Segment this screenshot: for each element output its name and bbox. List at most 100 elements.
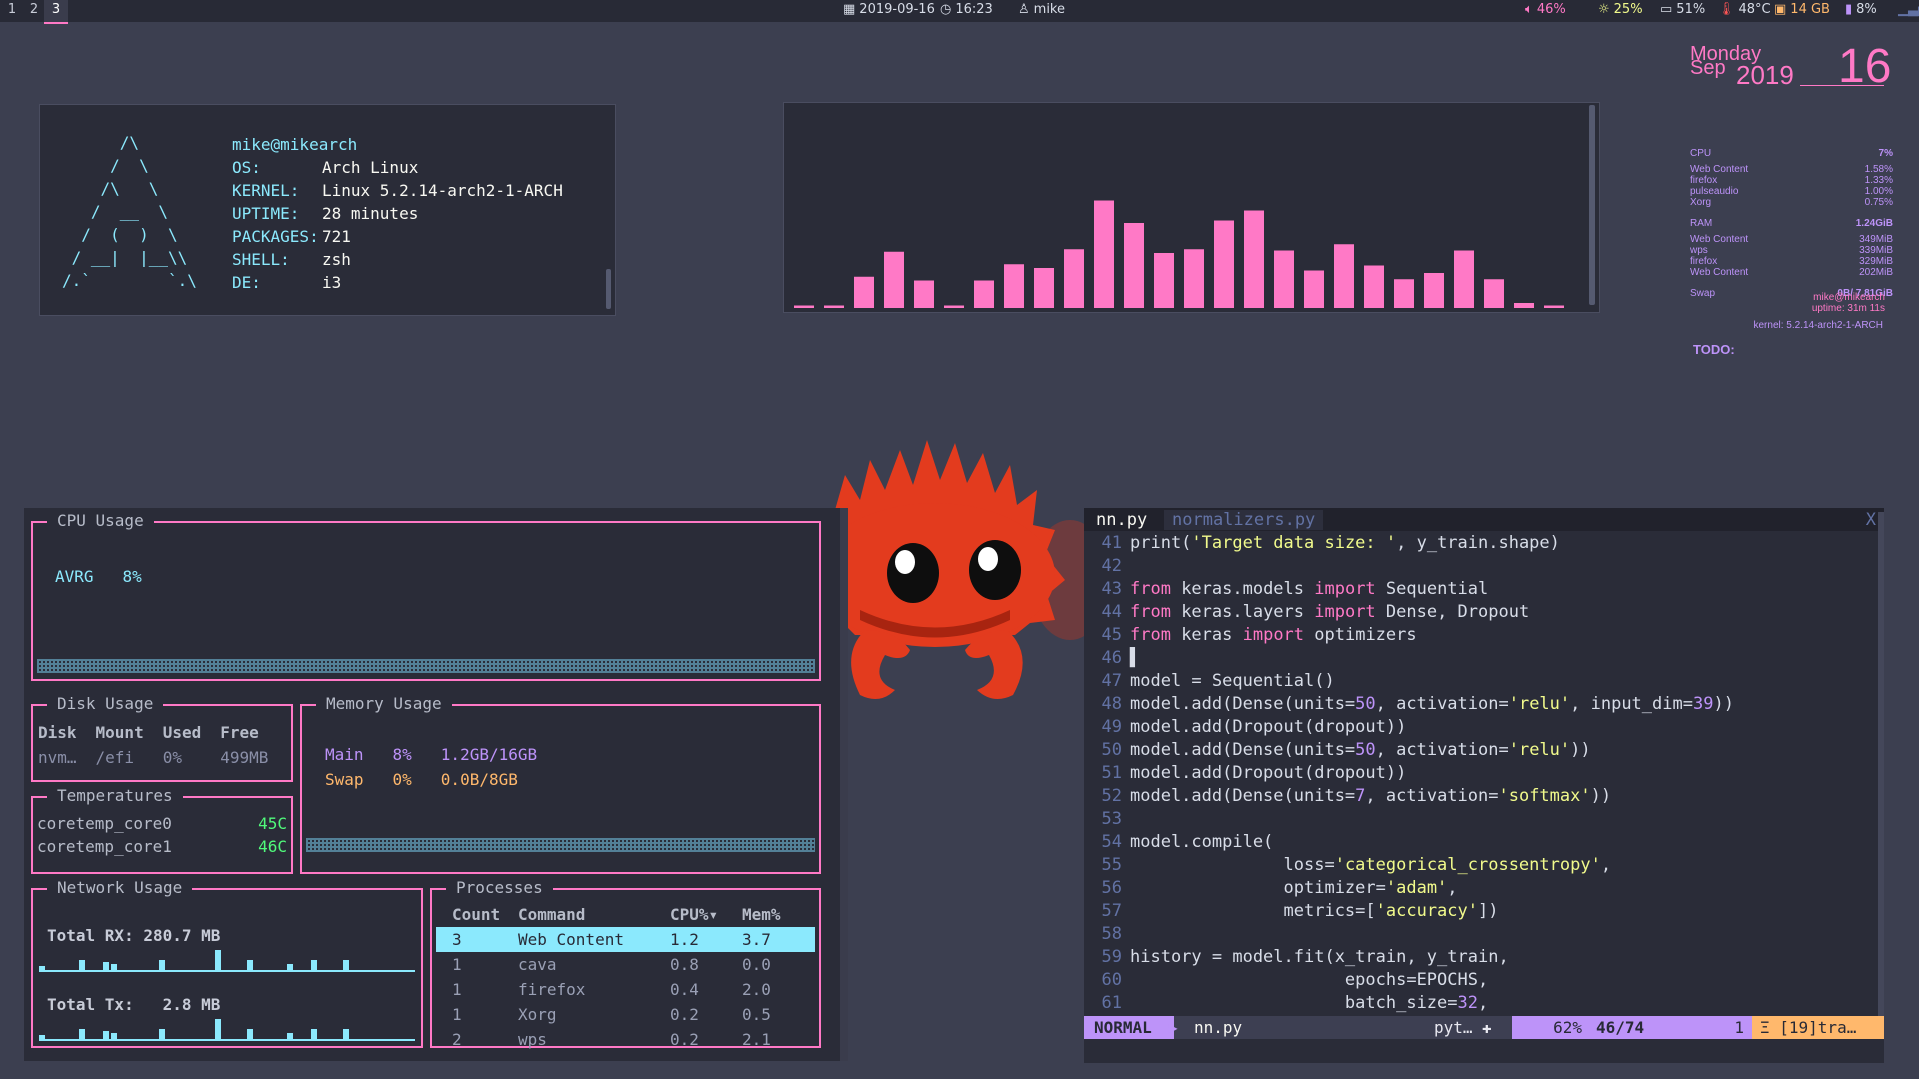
process-row[interactable]: 2 wps 0.2 2.1 xyxy=(436,1027,815,1052)
workspace-3[interactable]: 3 xyxy=(44,0,68,24)
python-icon: ✚ xyxy=(1482,1018,1492,1037)
proc-header-cpu[interactable]: CPU%▾ xyxy=(669,902,741,927)
cpu-text: 51% xyxy=(1676,2,1706,17)
process-cell: Xorg xyxy=(518,1005,557,1024)
gtop-terminal[interactable]: CPU Usage AVRG 8% Disk Usage Disk Mount … xyxy=(24,508,848,1061)
proc-header-count[interactable]: Count xyxy=(436,902,517,927)
net-rx: Total RX: 280.7 MB xyxy=(47,926,221,945)
proc-header-command[interactable]: Command xyxy=(517,902,669,927)
tab-nn-py[interactable]: nn.py xyxy=(1096,510,1147,530)
neofetch-terminal[interactable]: /\ / \ /\ \ / __ \ / ( ) \ / __| |__\\ /… xyxy=(39,104,616,316)
date-widget: ▦ 2019-09-16 xyxy=(843,0,935,20)
code-area[interactable]: 41 print('Target data size: ', y_train.sh… xyxy=(1084,532,1874,1022)
status-percent: 62% xyxy=(1512,1016,1588,1039)
visualizer-bar xyxy=(1364,265,1384,308)
mem-main-value: 1.2GB/16GB xyxy=(440,745,538,764)
status-warnings[interactable]: Ξ [19]tra… xyxy=(1752,1016,1884,1039)
date-underline xyxy=(1800,85,1884,86)
line-number: 49 xyxy=(1101,717,1122,737)
status-filetype: pyt… xyxy=(1434,1018,1473,1037)
process-row[interactable]: 1 Xorg 0.2 0.5 xyxy=(436,1002,815,1027)
code-line: 44 from keras.layers import Dense, Dropou… xyxy=(1084,601,1530,624)
scrollbar[interactable] xyxy=(606,269,611,309)
process-table[interactable]: Count Command CPU%▾ Mem% 3 Web Content 1.2… xyxy=(436,902,815,1052)
sparkline-bar xyxy=(79,1029,85,1039)
ram-label: RAM xyxy=(1690,218,1713,229)
info-row: UPTIME: 28 minutes xyxy=(232,202,563,225)
scrollbar[interactable] xyxy=(1878,512,1884,1017)
info-key: DE: xyxy=(232,273,261,292)
info-row: KERNEL: Linux 5.2.14-arch2-1-ARCH xyxy=(232,179,563,202)
code-line: 41 print('Target data size: ', y_train.sh… xyxy=(1084,532,1560,555)
tab-normalizers-py[interactable]: normalizers.py xyxy=(1164,510,1324,530)
line-number: 56 xyxy=(1101,878,1122,898)
sparkline-bar xyxy=(215,950,221,970)
year: 2019 xyxy=(1736,60,1794,90)
visualizer-bar xyxy=(1454,250,1474,308)
mode-indicator: NORMAL xyxy=(1084,1016,1174,1039)
line-code: epochs=EPOCHS, xyxy=(1130,970,1489,990)
process-cell: cava xyxy=(518,955,557,974)
scrollbar[interactable] xyxy=(1589,105,1595,305)
visualizer-bar xyxy=(1304,270,1324,308)
process-row[interactable]: 1 cava 0.8 0.0 xyxy=(436,952,815,977)
disk-usage-box: Disk Usage Disk Mount Used Free nvm… /ef… xyxy=(31,695,293,782)
volume-icon: 🔈︎ xyxy=(1525,2,1533,17)
rx-sparkline xyxy=(39,950,415,972)
visualizer-bar xyxy=(1094,200,1114,308)
widget-proc-value: 0.75% xyxy=(1864,197,1893,208)
process-row[interactable]: 1 firefox 0.4 2.0 xyxy=(436,977,815,1002)
visualizer-bar xyxy=(1034,268,1054,308)
code-line: 42 xyxy=(1084,555,1130,578)
widget-proc-row: Web Content 1.58% xyxy=(1690,164,1893,175)
disk-usage-title: Disk Usage xyxy=(47,695,164,713)
line-code: ▌ xyxy=(1130,648,1141,668)
code-line: 49 model.add(Dropout(dropout)) xyxy=(1084,716,1407,739)
code-line: 51 model.add(Dropout(dropout)) xyxy=(1084,762,1407,785)
line-number: 55 xyxy=(1101,855,1122,875)
line-number: 46 xyxy=(1101,648,1122,668)
battery-icon: ▮ xyxy=(1845,2,1853,17)
info-value: 28 minutes xyxy=(322,204,419,223)
date-text: 2019-09-16 xyxy=(859,2,935,17)
workspace-2[interactable]: 2 xyxy=(22,0,46,22)
system-widget: Monday Sep 2019 16 CPU 7% Web Content 1.58… xyxy=(1690,42,1895,362)
memory-graph-baseline xyxy=(306,838,815,852)
code-line: 53 xyxy=(1084,808,1130,831)
mode-separator-icon: ▶ xyxy=(1168,1018,1178,1037)
process-cell: 0.2 xyxy=(670,1005,699,1024)
brightness-widget[interactable]: ☼ 25% xyxy=(1598,0,1643,20)
visualizer-bar xyxy=(1244,210,1264,308)
volume-widget[interactable]: 🔈︎ 46% xyxy=(1525,0,1566,20)
net-tx: Total Tx: 2.8 MB xyxy=(47,995,221,1014)
process-cell: 3.7 xyxy=(742,930,771,949)
line-number: 50 xyxy=(1101,740,1122,760)
disk-header-free: Free xyxy=(220,723,259,742)
process-cell: 2 xyxy=(452,1030,462,1049)
process-row[interactable]: 3 Web Content 1.2 3.7 xyxy=(436,927,815,952)
line-code: from keras.layers import Dense, Dropout xyxy=(1130,602,1530,622)
line-number: 47 xyxy=(1101,671,1122,691)
widget-proc-name: firefox xyxy=(1690,256,1718,267)
widget-proc-row: firefox 329MiB xyxy=(1690,256,1893,267)
close-tab-button[interactable]: X xyxy=(1866,510,1876,530)
line-code: history = model.fit(x_train, y_train, xyxy=(1130,947,1509,967)
neofetch-info: mike@mikearch OS: Arch Linux KERNEL: Linux … xyxy=(232,133,563,294)
line-code: batch_size=32, xyxy=(1130,993,1489,1013)
temp-value: 46C xyxy=(258,837,287,856)
code-line: 50 model.add(Dense(units=50, activation='… xyxy=(1084,739,1591,762)
process-cell: 2.0 xyxy=(742,980,771,999)
line-code: model.add(Dense(units=50, activation='re… xyxy=(1130,740,1591,760)
line-number: 44 xyxy=(1101,602,1122,622)
vim-editor[interactable]: nn.py normalizers.py X 41 print('Target d… xyxy=(1084,508,1884,1063)
memory-usage-box: Memory Usage Main 8% 1.2GB/16GB Swap 0% … xyxy=(300,695,821,874)
top-bar: 1 2 3 ▦ 2019-09-16 ◷ 16:23 ♙ mike 🔈︎ 46% ☼ 25… xyxy=(0,0,1919,24)
visualizer-bar xyxy=(1544,305,1564,308)
cpu-avg: AVRG 8% xyxy=(55,567,142,586)
visualizer-bar xyxy=(974,280,994,308)
workspace-1[interactable]: 1 xyxy=(0,0,24,22)
process-cell: 0.0 xyxy=(742,955,771,974)
proc-header-mem[interactable]: Mem% xyxy=(741,902,815,927)
sparkline-bar xyxy=(247,960,253,970)
sparkline-bar xyxy=(287,1033,293,1039)
